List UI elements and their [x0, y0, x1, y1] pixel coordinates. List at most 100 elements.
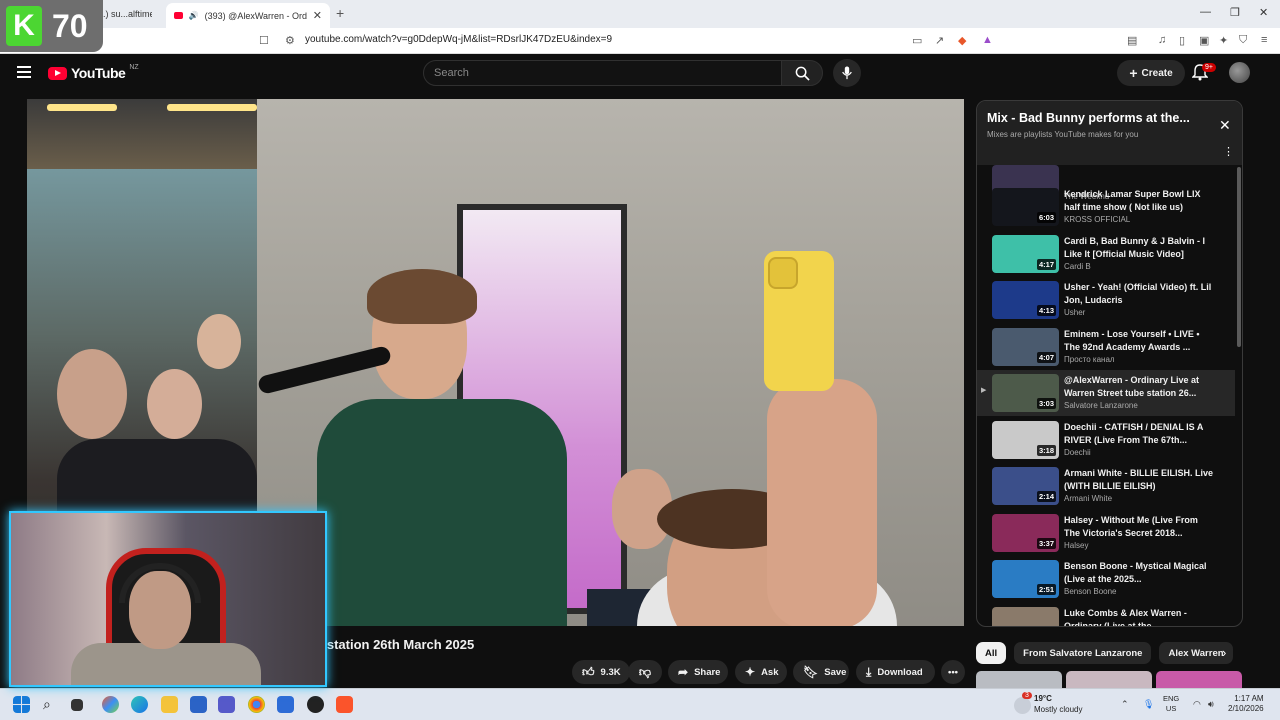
ceiling-light [167, 104, 257, 111]
menu-icon[interactable]: ≡ [1261, 34, 1267, 46]
playlist-item[interactable]: 2:14 Armani White - BILLIE EILISH. Live (… [977, 463, 1235, 509]
leo-ai-icon[interactable]: ✦ [1219, 34, 1228, 47]
volume-icon[interactable]: 🔊︎ [1208, 699, 1214, 710]
video-item-title: Kendrick Lamar Super Bowl LIX half time … [1064, 189, 1201, 212]
chrome-icon[interactable] [248, 696, 265, 713]
thumbs-up-icon: 👍︎ [582, 664, 595, 679]
wallet-icon[interactable]: ▣ [1199, 34, 1209, 47]
browser-tab-active[interactable]: 🔊 (393) @AlexWarren - Ordinar ✕ [166, 3, 330, 28]
save-button[interactable]: 🔖︎ Save [793, 660, 849, 684]
file-explorer-icon[interactable] [161, 696, 178, 713]
search-icon [795, 66, 810, 81]
copilot-icon[interactable] [102, 696, 119, 713]
taskbar-search-icon[interactable]: ⌕ [43, 696, 60, 713]
playlist-item[interactable]: 4:17 Cardi B, Bad Bunny & J Balvin - I Li… [977, 231, 1235, 277]
task-view-icon[interactable] [71, 699, 83, 711]
brave-shield-icon[interactable]: ◆ [958, 34, 966, 47]
store-icon[interactable] [190, 696, 207, 713]
account-avatar[interactable] [1229, 62, 1250, 83]
voice-search-button[interactable] [833, 59, 861, 87]
video-thumbnail: 2:14 [992, 467, 1059, 505]
download-button[interactable]: ⤓ Download [856, 660, 935, 684]
tab-close-icon[interactable]: ✕ [313, 9, 322, 22]
ask-button[interactable]: ✦ Ask [735, 660, 787, 684]
vpn-app-icon[interactable] [277, 696, 294, 713]
vpn-icon[interactable]: ⛉ [1239, 34, 1247, 47]
playlist-item[interactable]: 3:18 Doechii - CATFISH / DENIAL IS A RIVE… [977, 417, 1235, 463]
video-item-title: Luke Combs & Alex Warren - Ordinary (Liv… [1064, 608, 1187, 627]
sidebar-icon[interactable]: ▯ [1179, 34, 1185, 47]
more-actions-button[interactable]: ••• [941, 660, 965, 684]
chip-from-channel[interactable]: From Salvatore Lanzarone [1014, 642, 1152, 664]
teams-icon[interactable] [218, 696, 235, 713]
system-clock[interactable]: 1:17 AM 2/10/2026 [1228, 694, 1264, 714]
recommended-thumbnail[interactable] [976, 671, 1062, 689]
tab-search-icon[interactable]: ▤ [1127, 34, 1137, 47]
search-input[interactable]: Search [423, 60, 782, 86]
streamer-webcam [9, 511, 327, 687]
video-item-channel: Doechii [1064, 448, 1091, 457]
like-count: 9.3K [600, 666, 621, 678]
playlist-item[interactable]: 2:51 Benson Boone - Mystical Magical (Liv… [977, 556, 1235, 602]
bookmark-save-icon: 🔖︎ [803, 665, 819, 679]
like-button[interactable]: 👍︎ 9.3K [572, 660, 630, 684]
windows-start-icon[interactable] [13, 696, 30, 713]
share-button[interactable]: ➦ Share [668, 660, 728, 684]
input-language[interactable]: ENG US [1163, 694, 1179, 714]
recommended-thumbnail[interactable] [1156, 671, 1242, 689]
url-field[interactable]: youtube.com/watch?v=g0DdepWq-jM&list=RDs… [305, 34, 612, 45]
phone-camera [768, 257, 798, 289]
youtube-logo[interactable]: YouTube NZ [48, 64, 139, 81]
search-button[interactable] [781, 60, 823, 86]
youtube-favicon-icon [174, 12, 183, 19]
playlist-item[interactable]: 4:07 Eminem - Lose Yourself • LIVE • The … [977, 324, 1235, 370]
obs-icon[interactable] [307, 696, 324, 713]
video-item-title: Benson Boone - Mystical Magical (Live at… [1064, 561, 1207, 584]
playlist-more-icon[interactable]: ⋮ [1223, 145, 1234, 158]
video-duration: 3:37 [1036, 538, 1056, 549]
playlist-title[interactable]: Mix - Bad Bunny performs at the... [987, 111, 1202, 125]
close-playlist-icon[interactable]: ✕ [1219, 117, 1231, 134]
brave-rewards-icon[interactable]: ▲ [982, 34, 993, 46]
video-thumbnail [992, 607, 1059, 626]
video-item-channel: Usher [1064, 308, 1086, 317]
video-duration: 2:51 [1036, 584, 1056, 595]
singer-hair [367, 269, 477, 324]
streamer-body [71, 643, 261, 685]
video-duration: 4:07 [1036, 352, 1056, 363]
maximize-icon[interactable]: ❐ [1230, 6, 1240, 19]
close-window-icon[interactable]: ✕ [1259, 6, 1268, 19]
singer-body [317, 399, 567, 626]
share-page-icon[interactable]: ↗ [935, 34, 944, 47]
fan-arm [767, 379, 877, 626]
edge-browser-icon[interactable] [131, 696, 148, 713]
recommended-thumbnail[interactable] [1066, 671, 1152, 689]
hamburger-menu-icon[interactable] [17, 66, 31, 78]
playlist-scrollbar[interactable] [1237, 167, 1241, 347]
minimize-icon[interactable]: — [1200, 6, 1211, 18]
site-info-icon[interactable]: ⚙ [285, 34, 295, 47]
weather-cloud-icon[interactable] [1014, 697, 1031, 714]
playlist-item[interactable]: 6:03 Kendrick Lamar Super Bowl LIX half t… [977, 184, 1235, 230]
cast-icon[interactable]: ▭ [912, 34, 922, 47]
lang-region: US [1165, 704, 1177, 713]
brave-browser-icon[interactable] [336, 696, 353, 713]
weather-widget[interactable]: 19°C Mostly cloudy [1034, 693, 1082, 715]
chip-all[interactable]: All [976, 642, 1007, 664]
browser-tab-strip: ...) su...alftime show 2025 🔊 (393) @Ale… [0, 0, 1280, 28]
playlist-item[interactable]: ▶ 3:03 @AlexWarren - Ordinary Live at Warr… [977, 370, 1235, 416]
video-duration: 3:18 [1036, 445, 1056, 456]
tray-mic-icon[interactable]: 🎙︎ [1143, 699, 1154, 710]
playlist-item[interactable]: 4:13 Usher - Yeah! (Official Video) ft. L… [977, 277, 1235, 323]
tray-overflow-icon[interactable]: ⌃ [1121, 699, 1129, 710]
dislike-button[interactable]: 👎︎ [628, 660, 662, 684]
playlist-item[interactable]: 3:37 Halsey - Without Me (Live From The V… [977, 510, 1235, 556]
media-icon[interactable]: ♫ [1158, 34, 1166, 46]
chips-next-icon[interactable]: › [1222, 645, 1226, 660]
create-button[interactable]: + Create [1117, 60, 1185, 86]
new-tab-button[interactable]: + [336, 5, 344, 21]
bookmark-icon[interactable]: ☐ [259, 34, 269, 47]
wifi-icon[interactable]: ◠ [1193, 699, 1201, 710]
share-wrap: ➦ Share [668, 660, 728, 684]
playlist-item[interactable]: Luke Combs & Alex Warren - Ordinary (Liv… [977, 603, 1235, 627]
